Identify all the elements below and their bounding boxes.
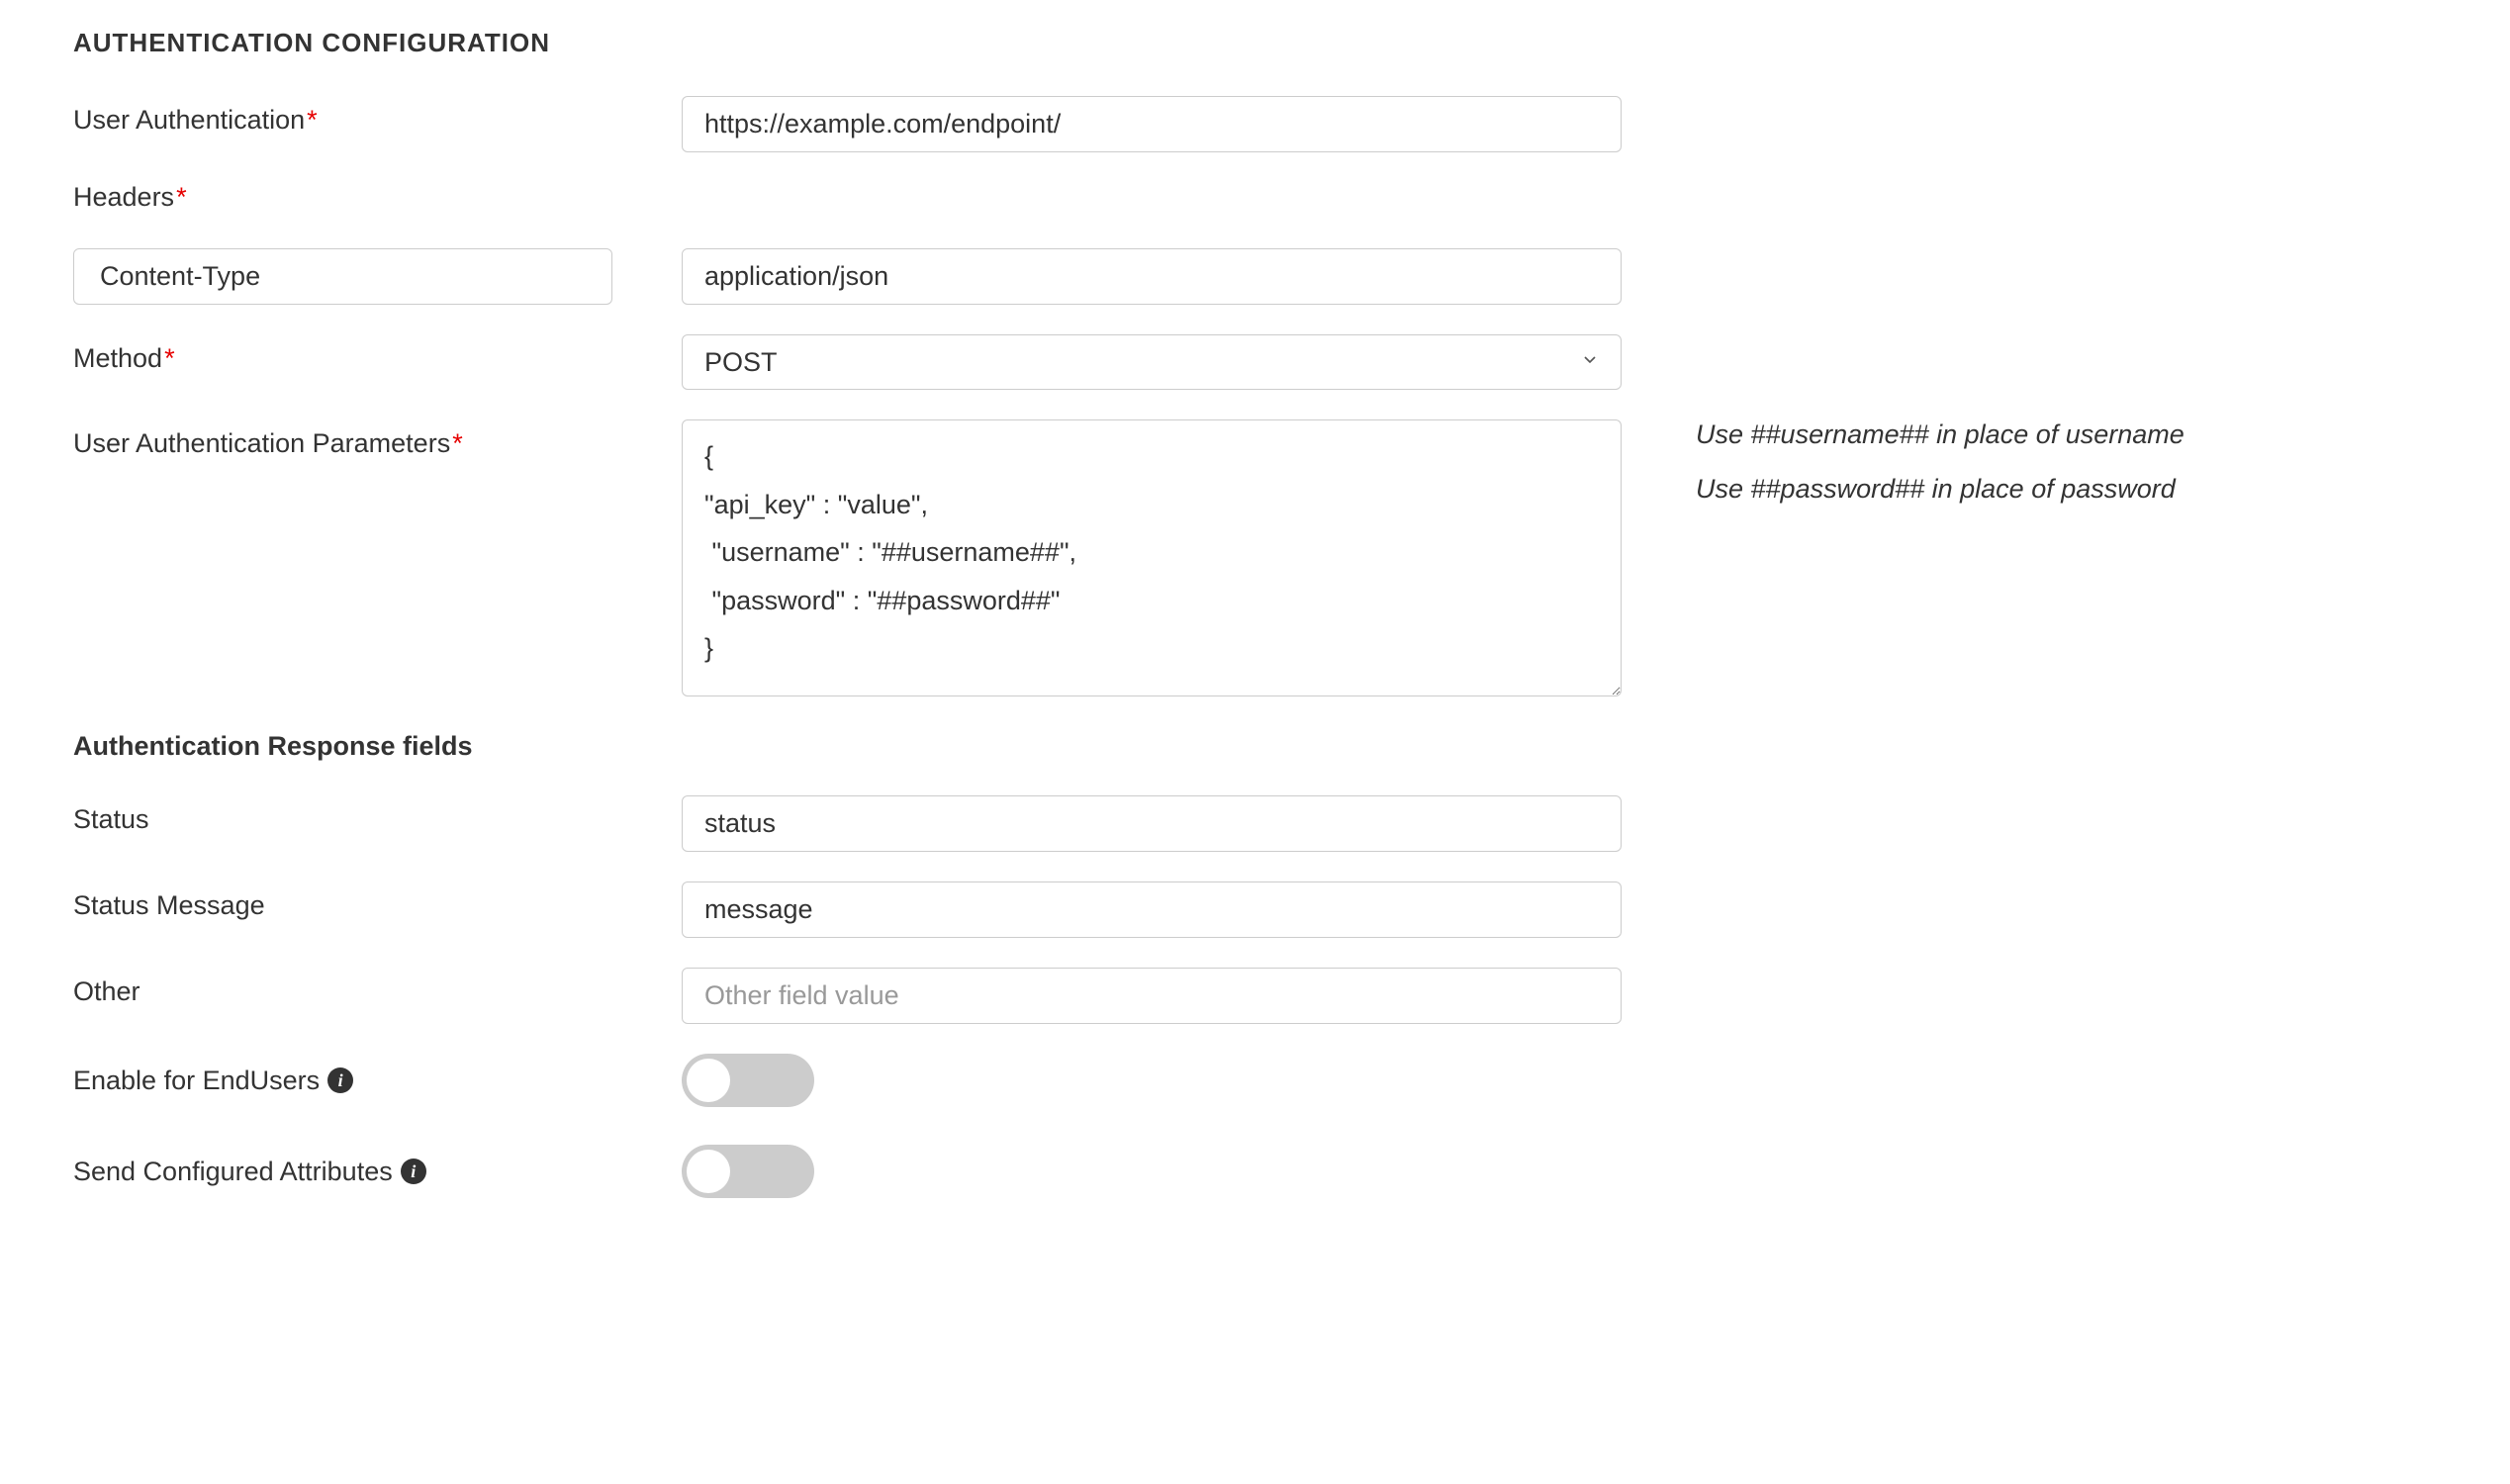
- label-headers-text: Headers: [73, 182, 174, 212]
- label-send-configured-attributes-text: Send Configured Attributes: [73, 1157, 393, 1187]
- user-authentication-input[interactable]: [682, 96, 1622, 152]
- info-icon[interactable]: i: [401, 1159, 426, 1184]
- section-title: AUTHENTICATION CONFIGURATION: [73, 28, 2437, 58]
- row-send-configured-attributes: Send Configured Attributes i: [73, 1145, 2437, 1198]
- label-other: Other: [73, 968, 682, 1007]
- row-other: Other: [73, 968, 2437, 1024]
- required-mark: *: [452, 428, 463, 459]
- label-user-auth-params-text: User Authentication Parameters: [73, 428, 450, 459]
- label-enable-for-endusers: Enable for EndUsers i: [73, 1066, 682, 1096]
- header-value-input[interactable]: [682, 248, 1622, 305]
- label-user-auth-params: User Authentication Parameters*: [73, 419, 682, 459]
- send-configured-attributes-toggle[interactable]: [682, 1145, 814, 1198]
- row-status: Status: [73, 795, 2437, 852]
- row-status-message: Status Message: [73, 881, 2437, 938]
- hint-column: Use ##username## in place of username Us…: [1622, 419, 2314, 528]
- hint-username: Use ##username## in place of username: [1696, 419, 2314, 450]
- label-status: Status: [73, 795, 682, 835]
- toggle-knob: [687, 1059, 730, 1102]
- status-message-input[interactable]: [682, 881, 1622, 938]
- row-user-auth-params: User Authentication Parameters* Use ##us…: [73, 419, 2437, 701]
- row-headers: [73, 248, 2437, 305]
- label-method-text: Method: [73, 343, 162, 374]
- label-method: Method*: [73, 334, 682, 374]
- info-icon[interactable]: i: [327, 1067, 353, 1093]
- required-mark: *: [307, 105, 318, 136]
- required-mark: *: [176, 182, 187, 212]
- row-user-authentication: User Authentication*: [73, 96, 2437, 152]
- hint-password: Use ##password## in place of password: [1696, 474, 2314, 505]
- method-select[interactable]: POST: [682, 334, 1622, 390]
- label-status-text: Status: [73, 804, 149, 835]
- toggle-knob: [687, 1150, 730, 1193]
- label-status-message: Status Message: [73, 881, 682, 921]
- label-send-configured-attributes: Send Configured Attributes i: [73, 1157, 682, 1187]
- status-input[interactable]: [682, 795, 1622, 852]
- label-user-authentication: User Authentication*: [73, 96, 682, 136]
- other-input[interactable]: [682, 968, 1622, 1024]
- label-status-message-text: Status Message: [73, 890, 265, 921]
- label-enable-for-endusers-text: Enable for EndUsers: [73, 1066, 320, 1096]
- row-enable-for-endusers: Enable for EndUsers i: [73, 1054, 2437, 1107]
- label-user-authentication-text: User Authentication: [73, 105, 305, 136]
- subheading-auth-response-fields: Authentication Response fields: [73, 731, 2437, 762]
- row-method: Method* POST: [73, 334, 2437, 390]
- user-auth-params-textarea[interactable]: [682, 419, 1622, 696]
- label-headers: Headers*: [73, 182, 2437, 213]
- header-key-input[interactable]: [73, 248, 612, 305]
- enable-for-endusers-toggle[interactable]: [682, 1054, 814, 1107]
- required-mark: *: [164, 343, 175, 374]
- label-other-text: Other: [73, 976, 140, 1007]
